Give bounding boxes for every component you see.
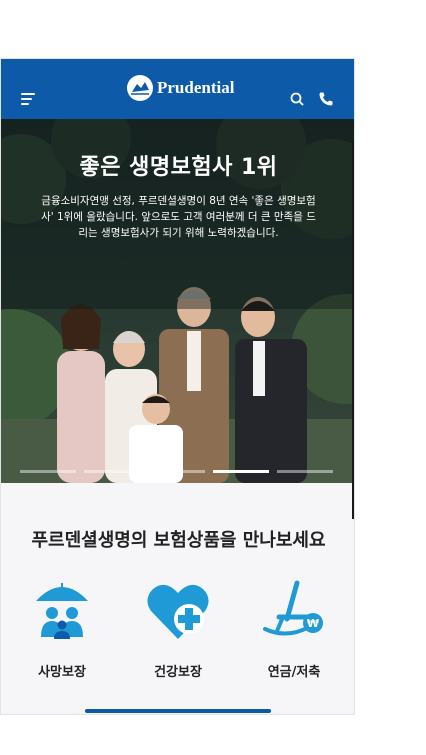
- products-section-title: 푸르덴셜생명의 보험상품을 만나보세요: [31, 530, 326, 551]
- brand-logo[interactable]: Prudential: [127, 73, 234, 103]
- carousel-dot-5[interactable]: [276, 470, 334, 473]
- product-pension-savings[interactable]: ₩ 연금/저축: [239, 579, 349, 680]
- prudential-rock-icon: [127, 75, 153, 101]
- search-icon[interactable]: [290, 91, 304, 106]
- product-label: 건강보장: [154, 665, 202, 680]
- product-label: 연금/저축: [267, 665, 321, 680]
- horizontal-scroll-indicator[interactable]: [85, 709, 271, 713]
- hero-description: 금융소비자연맹 선정, 푸르덴셜생명이 8년 연속 '좋은 생명보험사' 1위에…: [41, 195, 316, 239]
- product-health-coverage[interactable]: 건강보장: [123, 579, 233, 680]
- carousel-dot-2[interactable]: [84, 470, 141, 473]
- frame-edge-divider: [352, 139, 354, 519]
- carousel-dot-3[interactable]: [148, 470, 205, 473]
- hero-banner[interactable]: 좋은 생명보험사 1위 금융소비자연맹 선정, 푸르덴셜생명이 8년 연속 '좋…: [1, 119, 354, 483]
- svg-text:₩: ₩: [307, 617, 319, 630]
- rocking-chair-icon: ₩: [263, 580, 323, 636]
- carousel-indicators: [20, 470, 334, 473]
- app-frame: Prudential 좋은 생명보험사 1위 금융소비자연맹 선정, 푸르덴셜생…: [0, 58, 355, 715]
- phone-icon[interactable]: [318, 91, 334, 107]
- heart-plus-icon: [147, 584, 209, 639]
- product-label: 사망보장: [38, 665, 86, 680]
- carousel-dot-4[interactable]: [212, 470, 269, 473]
- top-navigation-bar: Prudential: [1, 59, 354, 119]
- hero-title: 좋은 생명보험사 1위: [79, 155, 278, 180]
- family-umbrella-icon: [36, 583, 88, 639]
- product-death-coverage[interactable]: 사망보장: [7, 579, 117, 680]
- brand-name: Prudential: [157, 78, 235, 97]
- hamburger-menu-icon[interactable]: [21, 93, 35, 105]
- carousel-dot-1[interactable]: [20, 470, 77, 473]
